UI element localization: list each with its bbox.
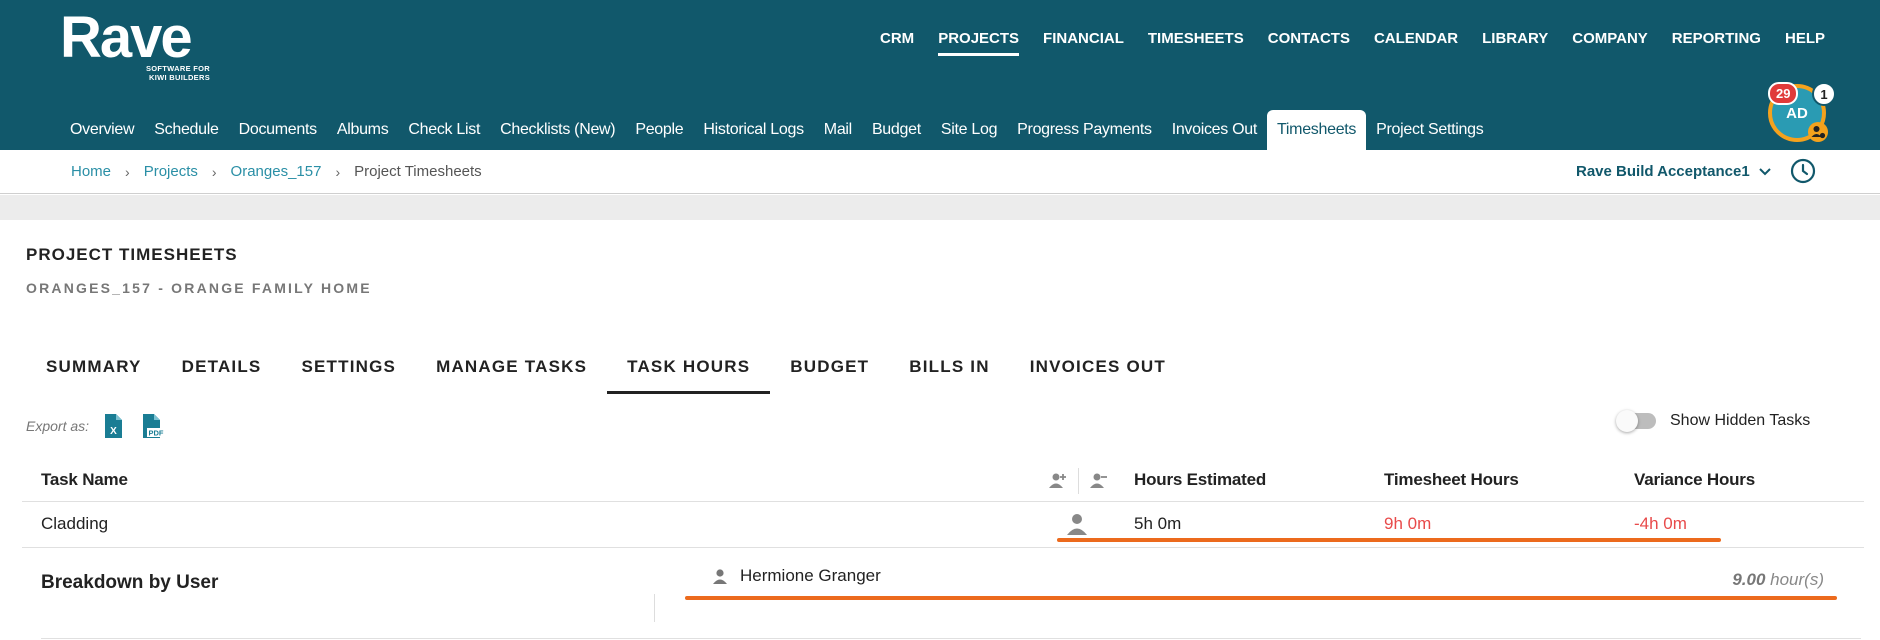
sub-nav-invoices-out[interactable]: Invoices Out (1162, 110, 1267, 150)
pdf-icon-label: PDF (149, 429, 164, 438)
sub-nav-people[interactable]: People (625, 110, 693, 150)
main-nav-financial[interactable]: FINANCIAL (1043, 30, 1124, 56)
export-bar: Export as: X PDF (26, 413, 183, 439)
user-settings-icon (1808, 122, 1828, 142)
sub-nav-schedule[interactable]: Schedule (144, 110, 228, 150)
logo-wordmark: Rave (60, 5, 193, 70)
assigned-user-icon[interactable] (1066, 512, 1088, 536)
sub-nav-project-settings[interactable]: Project Settings (1366, 110, 1493, 150)
sub-nav-progress-payments[interactable]: Progress Payments (1007, 110, 1162, 150)
company-select[interactable]: Rave Build Acceptance1 (1576, 163, 1772, 180)
tab-summary[interactable]: SUMMARY (26, 357, 162, 394)
sub-nav-historical-logs[interactable]: Historical Logs (693, 110, 813, 150)
main-nav-crm[interactable]: CRM (880, 30, 914, 56)
export-label: Export as: (26, 418, 90, 434)
variance-hours-cell: -4h 0m (1634, 514, 1687, 533)
show-hidden-tasks-toggle[interactable] (1616, 410, 1656, 432)
company-select-value: Rave Build Acceptance1 (1576, 163, 1750, 180)
breakdown-user-name: Hermione Granger (740, 566, 881, 585)
sub-nav-checklists-new[interactable]: Checklists (New) (490, 110, 625, 150)
tab-task-hours[interactable]: TASK HOURS (607, 357, 771, 394)
tab-manage-tasks[interactable]: MANAGE TASKS (416, 357, 607, 394)
breadcrumb-projects[interactable]: Projects (144, 163, 198, 180)
main-nav-company[interactable]: COMPANY (1572, 30, 1648, 56)
main-nav-contacts[interactable]: CONTACTS (1268, 30, 1350, 56)
breadcrumb-separator: › (335, 163, 341, 180)
chevron-down-icon (1758, 167, 1771, 175)
user-avatar-menu[interactable]: AD 29 1 (1768, 82, 1836, 142)
column-header-task-name[interactable]: Task Name (41, 470, 128, 490)
breadcrumb-project[interactable]: Oranges_157 (231, 163, 322, 180)
column-header-variance-hours[interactable]: Variance Hours (1634, 470, 1755, 490)
breadcrumb-current: Project Timesheets (354, 163, 482, 180)
breakdown-title: Breakdown by User (41, 572, 219, 593)
sub-nav-documents[interactable]: Documents (229, 110, 327, 150)
main-nav-reporting[interactable]: REPORTING (1672, 30, 1761, 56)
tab-bills-in[interactable]: BILLS IN (889, 357, 1009, 394)
pdf-export-icon[interactable]: PDF (141, 413, 166, 439)
breadcrumb-home[interactable]: Home (71, 163, 111, 180)
page-subtitle: ORANGES_157 - ORANGE FAMILY HOME (26, 280, 372, 296)
notification-count-badge[interactable]: 29 (1768, 82, 1799, 105)
user-icon (713, 568, 727, 584)
logo-tagline-line-1: SOFTWARE FOR (145, 64, 210, 73)
breadcrumb-bar: Home › Projects › Oranges_157 › Project … (0, 150, 1880, 194)
user-assign-controls (1048, 468, 1109, 494)
page-title: PROJECT TIMESHEETS (26, 245, 238, 264)
column-header-timesheet-hours[interactable]: Timesheet Hours (1384, 470, 1519, 490)
page-separator (0, 195, 1880, 220)
breakdown-user-hours: 9.00 hour(s) (1732, 570, 1824, 590)
main-nav-timesheets[interactable]: TIMESHEETS (1148, 30, 1244, 56)
breakdown-by-user: Breakdown by User Hermione Granger 9.00 … (22, 548, 1864, 640)
logo-tagline: SOFTWARE FOR KIWI BUILDERS (138, 64, 210, 82)
main-nav-calendar[interactable]: CALENDAR (1374, 30, 1458, 56)
annotation-underline (685, 596, 1837, 600)
project-sub-nav: Overview Schedule Documents Albums Check… (60, 110, 1493, 150)
tab-settings[interactable]: SETTINGS (281, 357, 416, 394)
add-user-icon[interactable] (1048, 471, 1068, 491)
breadcrumb: Home › Projects › Oranges_157 › Project … (71, 163, 482, 180)
show-hidden-tasks[interactable]: Show Hidden Tasks (1616, 410, 1811, 432)
tab-details[interactable]: DETAILS (162, 357, 282, 394)
rave-logo[interactable]: Rave SOFTWARE FOR KIWI BUILDERS (60, 5, 210, 83)
breakdown-user-entry: Hermione Granger (712, 566, 881, 586)
breadcrumb-separator: › (211, 163, 217, 180)
tab-invoices-out[interactable]: INVOICES OUT (1010, 357, 1186, 394)
sub-nav-timesheets[interactable]: Timesheets (1267, 110, 1367, 150)
logo-tagline-line-2: KIWI BUILDERS (149, 73, 210, 82)
task-table-header: Task Name Hours Estimated Timesheet Hour… (22, 460, 1864, 502)
tab-budget[interactable]: BUDGET (770, 357, 889, 394)
breadcrumb-separator: › (125, 163, 130, 180)
remove-user-icon[interactable] (1089, 471, 1109, 491)
excel-icon-label: X (110, 426, 117, 437)
hours-estimated-cell: 5h 0m (1134, 514, 1182, 533)
sub-nav-check-list[interactable]: Check List (398, 110, 490, 150)
task-name-cell: Cladding (41, 514, 109, 533)
sub-nav-mail[interactable]: Mail (814, 110, 862, 150)
column-header-hours-estimated[interactable]: Hours Estimated (1134, 470, 1266, 490)
sub-nav-site-log[interactable]: Site Log (931, 110, 1007, 150)
message-count-badge[interactable]: 1 (1812, 82, 1836, 106)
timesheet-tabs: SUMMARY DETAILS SETTINGS MANAGE TASKS TA… (26, 357, 1186, 394)
main-content: PROJECT TIMESHEETS ORANGES_157 - ORANGE … (0, 220, 1880, 640)
main-nav-projects[interactable]: PROJECTS (938, 30, 1020, 56)
clock-icon[interactable] (1790, 158, 1816, 184)
top-header: Rave SOFTWARE FOR KIWI BUILDERS CRM PROJ… (0, 0, 1880, 150)
breakdown-divider (654, 594, 655, 622)
sub-nav-budget[interactable]: Budget (862, 110, 931, 150)
main-nav: CRM PROJECTS FINANCIAL TIMESHEETS CONTAC… (856, 30, 1825, 56)
sub-nav-albums[interactable]: Albums (327, 110, 399, 150)
annotation-underline (1057, 538, 1721, 542)
show-hidden-tasks-label: Show Hidden Tasks (1670, 412, 1811, 429)
main-nav-library[interactable]: LIBRARY (1482, 30, 1548, 56)
breakdown-bottom-rule (41, 638, 1861, 639)
timesheet-hours-cell: 9h 0m (1384, 514, 1432, 533)
main-nav-help[interactable]: HELP (1785, 30, 1825, 56)
breakdown-hours-unit: hour(s) (1770, 570, 1824, 589)
sub-nav-overview[interactable]: Overview (60, 110, 144, 150)
header-icon-divider (1078, 468, 1079, 494)
breakdown-hours-value: 9.00 (1732, 570, 1766, 589)
excel-export-icon[interactable]: X (103, 413, 123, 439)
